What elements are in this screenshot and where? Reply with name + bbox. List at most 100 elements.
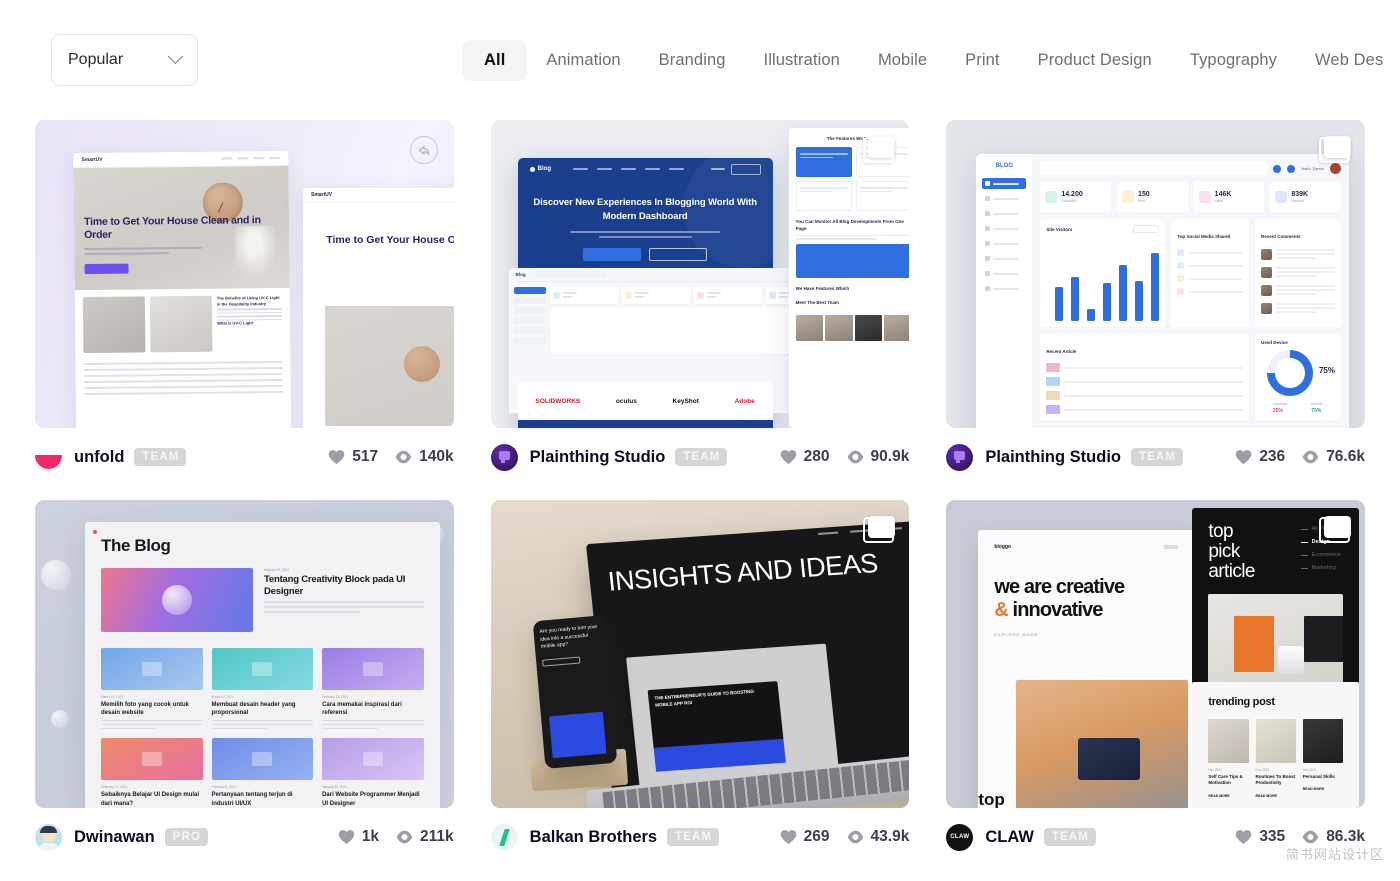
shot-meta: CLAW CLAW TEAM 335 86.3k: [946, 816, 1365, 858]
tab-product-design[interactable]: Product Design: [1019, 40, 1171, 81]
heart-icon: [780, 450, 796, 465]
logo-solidworks: SOLIDWORKS: [535, 397, 581, 405]
nav-item[interactable]: Ecommerce: [1301, 552, 1341, 558]
avatar[interactable]: [490, 443, 518, 471]
author-name[interactable]: unfold: [74, 448, 124, 467]
tab-illustration[interactable]: Illustration: [745, 40, 859, 81]
shot-meta: Dwinawan PRO 1k 211k: [35, 816, 454, 858]
likes-group[interactable]: 236: [1235, 448, 1285, 466]
logo-adobe: Adobe: [734, 397, 755, 405]
category-tabs: All Animation Branding Illustration Mobi…: [462, 39, 1400, 81]
mockup-brand-2: SmartUV: [311, 192, 333, 198]
preview-icon[interactable]: [409, 136, 438, 164]
shot-thumbnail[interactable]: The Blog August 20, 2021 Tentang Creativ…: [35, 500, 454, 808]
mockup-title: The Blog: [101, 536, 171, 555]
views-group[interactable]: 90.9k: [847, 448, 909, 466]
save-icon[interactable]: [863, 516, 896, 543]
avatar[interactable]: CLAW: [946, 823, 974, 851]
likes-count: 517: [352, 448, 379, 465]
status-badge: TEAM: [1043, 828, 1096, 846]
eye-icon: [1302, 450, 1319, 464]
status-badge: TEAM: [675, 448, 728, 466]
eye-icon: [847, 830, 863, 844]
featured-image: [101, 568, 253, 632]
shot-thumbnail[interactable]: BLOG Hello, Dymio 14.200 Followers 150 P…: [946, 120, 1365, 428]
views-count: 43.9k: [870, 828, 910, 845]
shot-card: BLOG Hello, Dymio 14.200 Followers 150 P…: [946, 120, 1365, 478]
tab-branding[interactable]: Branding: [640, 40, 745, 81]
shot-card: INSIGHTS AND IDEAS THE ENTREPRENEUR'S GU…: [490, 500, 910, 858]
mockup-cta: EXPLORE MORE: [994, 632, 1039, 638]
author-name[interactable]: Plainthing Studio: [985, 448, 1121, 467]
likes-group[interactable]: 1k: [338, 828, 379, 846]
filter-toolbar: Popular All Animation Branding Illustrat…: [0, 0, 1400, 120]
heart-icon: [329, 450, 345, 465]
likes-group[interactable]: 269: [780, 828, 830, 846]
shot-stats: 280 90.9k: [780, 448, 909, 466]
views-group[interactable]: 43.9k: [847, 828, 910, 846]
shot-thumbnail[interactable]: bloggo we are creative & innovative EXPL…: [946, 500, 1365, 808]
mockup-cta-button: [84, 263, 129, 275]
tab-print[interactable]: Print: [946, 40, 1018, 81]
tab-animation[interactable]: Animation: [527, 40, 639, 81]
read-more[interactable]: READ MORE: [1303, 787, 1343, 791]
status-badge: TEAM: [1130, 448, 1183, 466]
views-group[interactable]: 140k: [395, 448, 454, 466]
kpi-value: 146K: [1214, 191, 1232, 199]
views-group[interactable]: 86.3k: [1302, 828, 1365, 846]
read-more[interactable]: READ MORE: [1256, 794, 1296, 798]
phone-screen: Are you ready to turn your idea into a s…: [532, 615, 617, 769]
shot-meta: unfold TEAM 517 140k: [35, 436, 454, 478]
avatar[interactable]: [490, 823, 518, 851]
views-group[interactable]: 76.6k: [1302, 448, 1365, 466]
shot-thumbnail[interactable]: INSIGHTS AND IDEAS THE ENTREPRENEUR'S GU…: [490, 500, 910, 808]
read-more[interactable]: READ MORE: [1208, 794, 1248, 798]
author-name[interactable]: Dwinawan: [74, 828, 155, 847]
shot-thumbnail[interactable]: Blog Discover New Experiences In Bloggin…: [490, 120, 910, 428]
avatar[interactable]: [946, 443, 974, 471]
mockup-page-primary: SmartUV Time to Get Your House Clean and…: [73, 150, 292, 428]
status-badge: PRO: [164, 828, 208, 846]
dashboard-brand: Blog: [515, 272, 526, 277]
laptop-card-text: THE ENTREPRENEUR'S GUIDE TO BOOSTING MOB…: [653, 688, 754, 708]
device-legend-value: 75%: [1311, 408, 1322, 414]
views-group[interactable]: 211k: [396, 828, 454, 846]
kpi-label: Post: [1138, 198, 1146, 203]
author-name[interactable]: Plainthing Studio: [530, 448, 666, 467]
save-icon[interactable]: [863, 136, 896, 163]
chart-filter[interactable]: [1133, 225, 1160, 233]
tab-typography[interactable]: Typography: [1171, 40, 1296, 81]
nav-item[interactable]: Marketing: [1301, 565, 1341, 571]
comments-title: Recent Comments: [1260, 234, 1301, 239]
likes-group[interactable]: 335: [1235, 828, 1285, 846]
save-icon[interactable]: [1318, 516, 1351, 543]
kpi-label: Likes: [1214, 198, 1223, 203]
author-name[interactable]: CLAW: [985, 828, 1034, 847]
avatar[interactable]: [35, 823, 62, 851]
avatar[interactable]: [35, 443, 62, 471]
eye-icon: [1302, 830, 1319, 844]
likes-group[interactable]: 280: [780, 448, 830, 466]
author-name[interactable]: Balkan Brothers: [530, 828, 657, 847]
sort-dropdown[interactable]: Popular: [51, 34, 198, 86]
comments-panel: Recent Comments: [1254, 219, 1341, 327]
post-title: Memilih foto yang cocok untuk desain web…: [101, 702, 190, 717]
save-icon[interactable]: [1318, 136, 1351, 163]
shot-thumbnail[interactable]: SmartUV Time to Get Your House Clean and…: [35, 120, 454, 428]
kpi-label: Followers: [1061, 198, 1077, 203]
tab-all[interactable]: All: [462, 39, 528, 81]
mockup-section-a: The Benefits of Using UV-C Light in the …: [216, 294, 280, 307]
mockup-section-b: What is UV-C Light: [217, 320, 253, 326]
dashboard-brand: BLOG: [995, 163, 1013, 169]
tab-mobile[interactable]: Mobile: [859, 40, 946, 81]
likes-group[interactable]: 517: [328, 448, 378, 466]
post-title: Dari Website Programmer Menjadi UI Desig…: [322, 792, 420, 807]
post-title: Pertanyaan tentang terjun di industri UI…: [211, 792, 293, 807]
headline-line-1: we are creative: [994, 576, 1125, 598]
heart-icon: [780, 830, 796, 845]
mockup-bottom-word: top: [978, 790, 1005, 808]
headline-line-2: innovative: [1007, 599, 1104, 622]
tab-web-design[interactable]: Web Des: [1296, 40, 1400, 81]
kpi-value: 839K: [1291, 191, 1309, 199]
mockup-headline: Time to Get Your House Clean and in Orde…: [83, 214, 261, 242]
